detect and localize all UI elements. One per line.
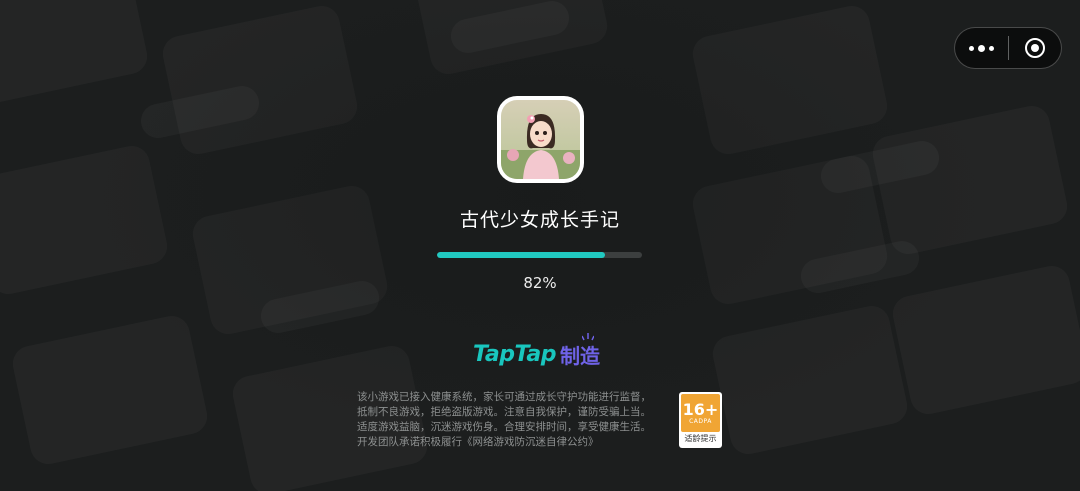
mini-program-capsule <box>954 27 1062 69</box>
close-target-icon[interactable] <box>1009 28 1061 68</box>
more-dots-icon[interactable] <box>955 28 1008 68</box>
loading-progress-bar <box>437 252 642 258</box>
game-title: 古代少女成长手记 <box>459 209 620 231</box>
age-rating-value: 16+ <box>682 400 719 419</box>
brand-taptap-text: TapTap <box>473 341 556 367</box>
notice-line: 抵制不良游戏，拒绝盗版游戏。注意自我保护，谨防受骗上当。 <box>357 406 651 418</box>
game-icon <box>497 96 584 183</box>
taptap-brand-logo: TapTap 制造 <box>473 332 600 370</box>
age-rating-label: 适龄提示 <box>684 434 717 443</box>
progress-percent: 82% <box>523 274 557 292</box>
sparkle-icon <box>581 332 594 340</box>
notice-line: 开发团队承诺积极履行《网络游戏防沉迷自律公约》 <box>357 436 599 448</box>
notice-line: 适度游戏益脑，沉迷游戏伤身。合理安排时间，享受健康生活。 <box>357 421 651 433</box>
age-rating-org: CADPA <box>689 418 712 425</box>
notice-line: 该小游戏已接入健康系统，家长可通过成长守护功能进行监督， <box>357 391 651 403</box>
age-rating-badge: 16+ CADPA 适龄提示 <box>679 392 722 448</box>
progress-fill <box>437 252 606 258</box>
health-notice: 该小游戏已接入健康系统，家长可通过成长守护功能进行监督， 抵制不良游戏，拒绝盗版… <box>357 390 667 450</box>
brand-made-text: 制造 <box>559 343 600 368</box>
